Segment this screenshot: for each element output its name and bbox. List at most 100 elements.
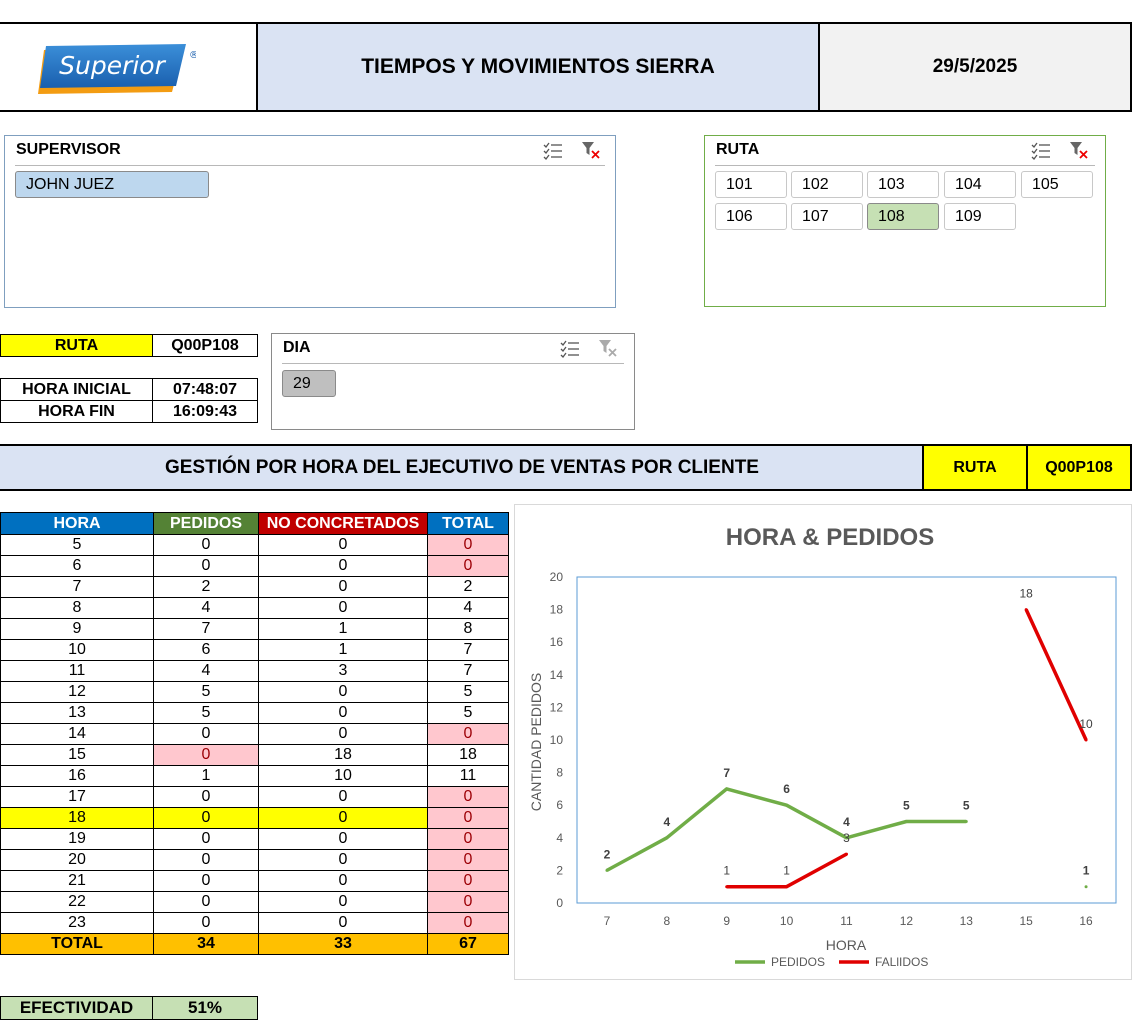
- y-tick-label: 4: [556, 831, 563, 845]
- multiselect-icon[interactable]: [560, 340, 580, 358]
- cell-pedidos: 4: [153, 660, 259, 682]
- data-label: 10: [1079, 717, 1093, 731]
- cell-hora: 13: [0, 702, 154, 724]
- ruta-label: RUTA: [0, 334, 153, 357]
- cell-total: 0: [427, 891, 509, 913]
- y-tick-label: 18: [550, 603, 564, 617]
- table-row: 6000: [0, 555, 509, 577]
- table-row: 5000: [0, 534, 509, 556]
- cell-hora: 8: [0, 597, 154, 619]
- col-header-total: TOTAL: [427, 512, 509, 535]
- cell-total: 8: [427, 618, 509, 640]
- slicer-item-ruta-101[interactable]: 101: [715, 171, 787, 198]
- page-title-text: TIEMPOS Y MOVIMIENTOS SIERRA: [361, 55, 715, 78]
- slicer-item-dia-29[interactable]: 29: [282, 370, 336, 397]
- cell-no-concretados: 0: [258, 786, 428, 808]
- data-label: 1: [723, 864, 730, 878]
- cell-no-concretados: 0: [258, 807, 428, 829]
- section-ruta-value-text: Q00P108: [1045, 458, 1113, 476]
- cell-hora: 20: [0, 849, 154, 871]
- multiselect-icon[interactable]: [543, 142, 563, 160]
- cell-total: 0: [427, 807, 509, 829]
- slicer-item-ruta-109[interactable]: 109: [944, 203, 1016, 230]
- data-label: 1: [783, 864, 790, 878]
- table-header-row: HORA PEDIDOS NO CONCRETADOS TOTAL: [0, 512, 509, 535]
- cell-hora: 22: [0, 891, 154, 913]
- cell-hora: 12: [0, 681, 154, 703]
- cell-no-concretados: 0: [258, 723, 428, 745]
- slicer-item-john-juez[interactable]: JOHN JUEZ: [15, 171, 209, 198]
- slicer-item-ruta-104[interactable]: 104: [944, 171, 1016, 198]
- data-label: 4: [843, 815, 850, 829]
- clear-filter-icon[interactable]: [1069, 141, 1089, 159]
- cell-no-concretados: 0: [258, 828, 428, 850]
- cell-total: 0: [427, 723, 509, 745]
- cell-pedidos: 0: [153, 807, 259, 829]
- cell-hora: 7: [0, 576, 154, 598]
- table-row: 12 5 0 5: [0, 681, 509, 703]
- x-tick-label: 15: [1019, 914, 1033, 928]
- cell-no-concretados: 3: [258, 660, 428, 682]
- data-label: 18: [1019, 587, 1033, 601]
- cell-pedidos: 0: [153, 849, 259, 871]
- x-tick-label: 9: [723, 914, 730, 928]
- table-row: 23 0 0 0: [0, 912, 509, 934]
- y-tick-label: 10: [550, 733, 564, 747]
- slicer-supervisor-title: SUPERVISOR: [16, 141, 121, 158]
- cell-pedidos: 0: [153, 912, 259, 934]
- cell-pedidos: 5: [153, 681, 259, 703]
- multiselect-icon[interactable]: [1031, 142, 1051, 160]
- hora-fin-label: HORA FIN: [0, 400, 153, 423]
- cell-total: 0: [427, 870, 509, 892]
- cell-pedidos: 0: [153, 786, 259, 808]
- cell-hora: 21: [0, 870, 154, 892]
- cell-no-concretados: 1: [258, 639, 428, 661]
- cell-no-concretados: 0: [258, 576, 428, 598]
- cell-no-concretados: 18: [258, 744, 428, 766]
- slicer-item-ruta-103[interactable]: 103: [867, 171, 939, 198]
- logo-badge: Superior ®: [38, 44, 199, 94]
- clear-filter-icon[interactable]: [581, 141, 601, 159]
- cell-hora: 5: [0, 534, 154, 556]
- slicer-divider: [715, 165, 1095, 166]
- total-total: 67: [427, 933, 509, 955]
- table-row: 7202: [0, 576, 509, 598]
- efectividad-value: 51%: [152, 996, 258, 1020]
- cell-total: 0: [427, 849, 509, 871]
- cell-total: 2: [427, 576, 509, 598]
- x-tick-label: 10: [780, 914, 794, 928]
- total-label: TOTAL: [0, 933, 154, 955]
- cell-pedidos: 0: [153, 744, 259, 766]
- logo-text: Superior: [59, 51, 166, 80]
- slicer-item-ruta-108[interactable]: 108: [867, 203, 939, 230]
- efectividad-label: EFECTIVIDAD: [0, 996, 153, 1020]
- slicer-item-ruta-105[interactable]: 105: [1021, 171, 1093, 198]
- clear-filter-icon[interactable]: [598, 339, 618, 357]
- hourly-table: HORA PEDIDOS NO CONCRETADOS TOTAL 500060…: [0, 512, 509, 955]
- cell-pedidos: 2: [153, 576, 259, 598]
- slicer-item-ruta-107[interactable]: 107: [791, 203, 863, 230]
- cell-no-concretados: 0: [258, 534, 428, 556]
- table-row: 22 0 0 0: [0, 891, 509, 913]
- cell-pedidos: 6: [153, 639, 259, 661]
- legend-label: FALlIDOS: [875, 955, 928, 969]
- section-ruta-label: RUTA: [922, 444, 1028, 491]
- table-row: 21 0 0 0: [0, 870, 509, 892]
- table-row: 15 0 18 18: [0, 744, 509, 766]
- slicer-item-ruta-106[interactable]: 106: [715, 203, 787, 230]
- cell-pedidos: 0: [153, 534, 259, 556]
- col-header-hora: HORA: [0, 512, 154, 535]
- slicer-item-ruta-102[interactable]: 102: [791, 171, 863, 198]
- data-point: [605, 868, 609, 872]
- data-label: 1: [1083, 864, 1090, 878]
- cell-no-concretados: 10: [258, 765, 428, 787]
- cell-total: 4: [427, 597, 509, 619]
- cell-total: 0: [427, 534, 509, 556]
- cell-pedidos: 0: [153, 891, 259, 913]
- y-tick-label: 14: [550, 668, 564, 682]
- x-tick-label: 13: [960, 914, 974, 928]
- cell-hora: 15: [0, 744, 154, 766]
- cell-total: 11: [427, 765, 509, 787]
- cell-no-concretados: 0: [258, 870, 428, 892]
- cell-pedidos: 0: [153, 555, 259, 577]
